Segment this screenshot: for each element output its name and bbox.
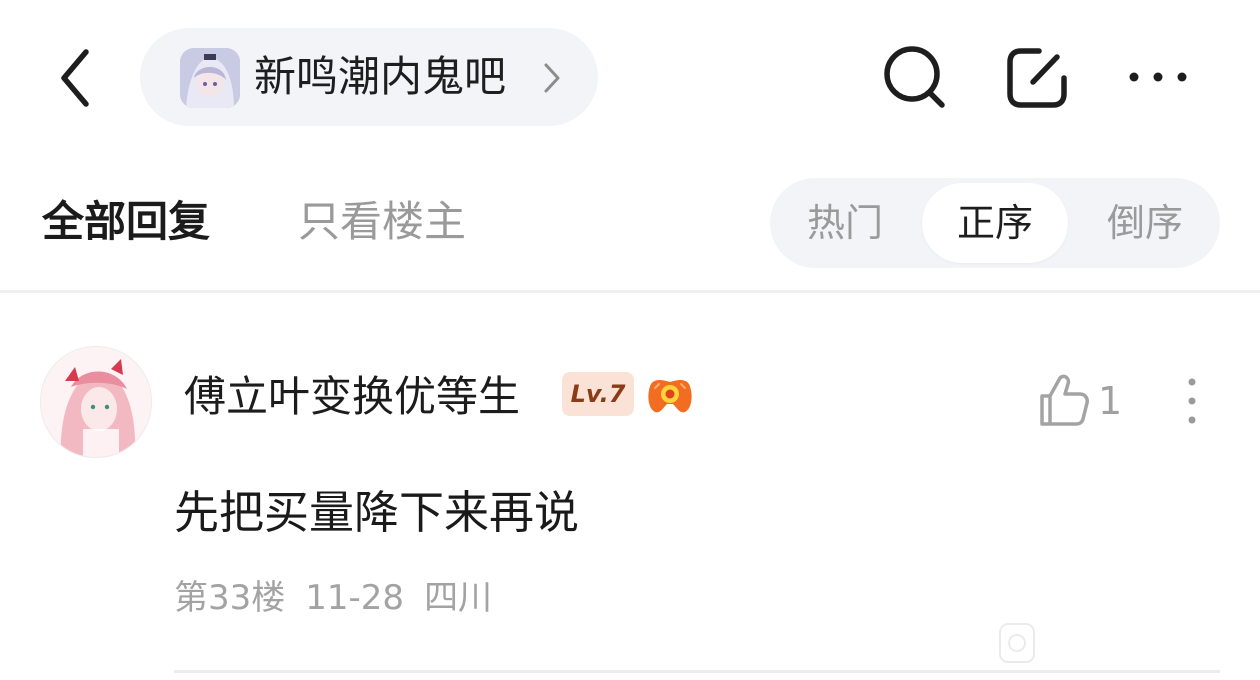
- post-divider: [174, 670, 1220, 673]
- forum-avatar: [180, 48, 240, 108]
- search-icon: [884, 46, 945, 108]
- back-arrow-icon: [61, 49, 89, 107]
- watermark-icon: [999, 623, 1035, 663]
- post-date: 11-28: [305, 578, 405, 618]
- more-dots-icon: [1129, 72, 1187, 82]
- floor-number: 第33楼: [174, 578, 286, 618]
- forum-entry[interactable]: 新鸣潮内鬼吧: [140, 28, 598, 126]
- level-badge: Lv.7: [562, 372, 634, 416]
- share-icon: [1007, 48, 1067, 108]
- sort-option-descending[interactable]: 倒序: [1072, 178, 1218, 268]
- forum-name: 新鸣潮内鬼吧: [254, 52, 507, 101]
- post-content: 先把买量降下来再说: [174, 486, 580, 539]
- like-button[interactable]: 1: [1036, 372, 1128, 430]
- sort-option-hot[interactable]: 热门: [772, 178, 918, 268]
- like-count: 1: [1098, 379, 1123, 423]
- reply-post: 傅立叶变换优等生 Lv.7 1 先把买量降下来再说 第33楼 11-28 四川: [0, 300, 1260, 680]
- sort-segmented-control: 热门 正序 倒序: [770, 178, 1220, 268]
- post-location: 四川: [424, 578, 493, 618]
- thumbs-up-icon: [1040, 374, 1089, 426]
- share-button[interactable]: [1005, 46, 1071, 110]
- user-avatar[interactable]: [40, 346, 152, 458]
- post-more-icon[interactable]: [1180, 376, 1204, 426]
- section-divider: [0, 290, 1260, 293]
- tab-op-only[interactable]: 只看楼主: [298, 192, 466, 252]
- game-controller-badge-icon: [648, 380, 692, 413]
- post-meta: 第33楼 11-28 四川: [174, 574, 512, 622]
- search-button[interactable]: [882, 44, 948, 112]
- reply-filter-bar: 全部回复 只看楼主 热门 正序 倒序: [0, 160, 1260, 290]
- tab-all-replies[interactable]: 全部回复: [42, 192, 210, 252]
- sort-option-ascending[interactable]: 正序: [922, 183, 1068, 263]
- back-button[interactable]: [52, 46, 100, 110]
- username[interactable]: 傅立叶变换优等生: [184, 370, 520, 424]
- more-options-button[interactable]: [1126, 62, 1190, 92]
- top-bar: 新鸣潮内鬼吧: [0, 0, 1260, 150]
- chevron-right-icon: [544, 63, 560, 93]
